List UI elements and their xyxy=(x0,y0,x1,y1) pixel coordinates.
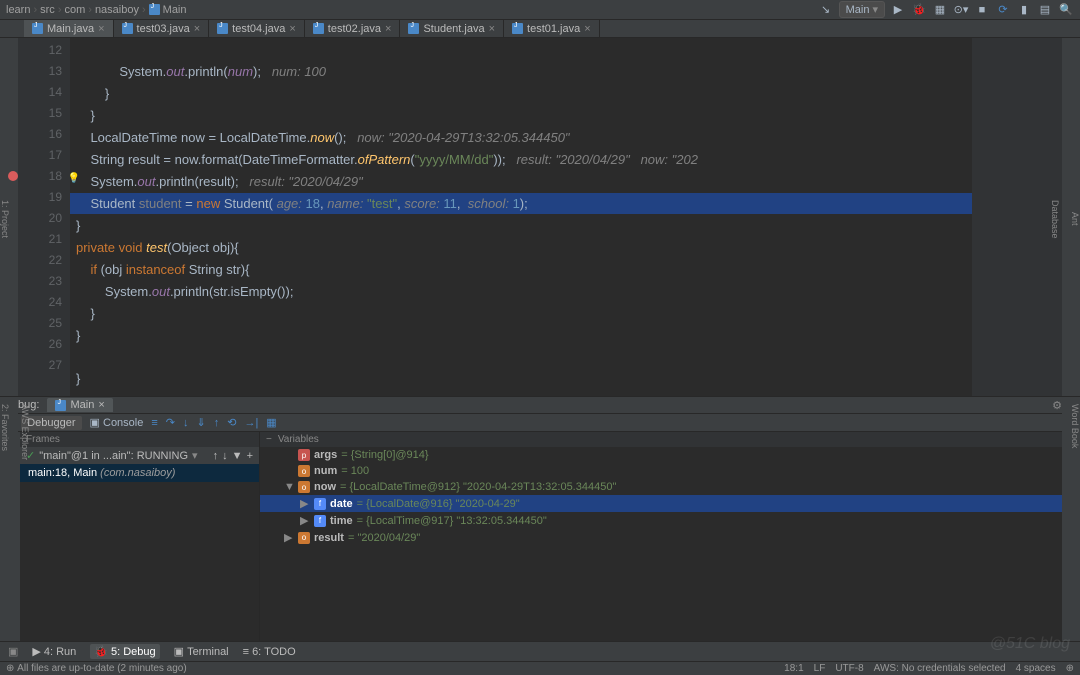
java-file-icon xyxy=(122,23,133,34)
next-frame-icon[interactable]: ↓ xyxy=(222,450,228,462)
top-toolbar: learn› src› com› nasaiboy› Main ↘ Main▾ … xyxy=(0,0,1080,20)
git-icon[interactable]: ▮ xyxy=(1016,2,1032,18)
bottom-tool-tabs: ▣ ▶4: Run 🐞5: Debug ▣Terminal ≡6: TODO xyxy=(0,641,1080,661)
step-filter-icon[interactable]: ≡ xyxy=(151,417,157,429)
tab-main[interactable]: Main.java× xyxy=(24,20,114,37)
git-update-icon[interactable]: ⟳ xyxy=(995,2,1011,18)
status-bar: ⊕ All files are up-to-date (2 minutes ag… xyxy=(0,661,1080,675)
word-book-tool[interactable]: Word Book xyxy=(1070,404,1080,448)
tab-test02[interactable]: test02.java× xyxy=(305,20,401,37)
step-over-icon[interactable]: ↷ xyxy=(166,416,175,429)
crumb[interactable]: Main xyxy=(163,4,187,16)
hammer-build-icon[interactable]: ↘ xyxy=(818,2,834,18)
profiler-icon[interactable]: ⊙▾ xyxy=(953,2,969,18)
crumb[interactable]: com xyxy=(64,4,85,16)
debug-toolbar: ⟳ Debugger ▣ Console ≡ ↷ ↓ ⇓ ↑ ⟲ →| ▦ ▦ xyxy=(0,414,1080,432)
layout-icon[interactable]: ▤ xyxy=(1037,2,1053,18)
variable-row[interactable]: ▶o result = "2020/04/29" xyxy=(260,529,1062,546)
encoding[interactable]: UTF-8 xyxy=(835,663,863,674)
step-out-icon[interactable]: ↑ xyxy=(214,417,220,429)
code-editor[interactable]: System.out.println(num); num: 100 } } Lo… xyxy=(70,38,972,396)
close-icon[interactable]: × xyxy=(489,23,495,35)
drop-frame-icon[interactable]: ⟲ xyxy=(227,416,236,429)
indent[interactable]: 4 spaces xyxy=(1016,663,1056,674)
filter-icon[interactable]: ▼ xyxy=(232,450,243,462)
stop-icon[interactable]: ■ xyxy=(974,2,990,18)
close-icon[interactable]: × xyxy=(98,399,104,411)
evaluate-icon[interactable]: ▦ xyxy=(266,416,276,429)
variable-row[interactable]: p args = {String[0]@914} xyxy=(260,447,1062,463)
java-file-icon xyxy=(217,23,228,34)
vars-toolbar-icon[interactable]: − xyxy=(266,434,272,445)
right-tool-strip-lower: Word Book xyxy=(1062,400,1080,641)
java-file-icon xyxy=(408,23,419,34)
terminal-tab[interactable]: ▣Terminal xyxy=(174,645,229,658)
debugger-subtab[interactable]: Debugger xyxy=(21,416,81,430)
lock-icon[interactable]: ⊕ xyxy=(1066,663,1074,674)
run-icon[interactable]: ▶ xyxy=(890,2,906,18)
variable-row[interactable]: o num = 100 xyxy=(260,463,1062,479)
java-file-icon xyxy=(149,4,160,15)
crumb[interactable]: learn xyxy=(6,4,30,16)
java-file-icon xyxy=(313,23,324,34)
tab-test03[interactable]: test03.java× xyxy=(114,20,210,37)
tab-test04[interactable]: test04.java× xyxy=(209,20,305,37)
editor-tabs: Main.java× test03.java× test04.java× tes… xyxy=(0,20,1080,38)
variable-row[interactable]: ▶f time = {LocalTime@917} "13:32:05.3444… xyxy=(260,512,1062,529)
database-tool[interactable]: Database xyxy=(1050,200,1060,239)
java-file-icon xyxy=(32,23,43,34)
minimap[interactable] xyxy=(972,38,1062,396)
close-icon[interactable]: × xyxy=(385,23,391,35)
variables-panel: −Variables p args = {String[0]@914}o num… xyxy=(260,432,1062,650)
close-icon[interactable]: × xyxy=(289,23,295,35)
variable-row[interactable]: ▶f date = {LocalDate@916} "2020-04-29" xyxy=(260,495,1062,512)
frames-title: Frames xyxy=(20,432,259,447)
ant-tool[interactable]: Ant xyxy=(1070,212,1080,226)
force-step-into-icon[interactable]: ⇓ xyxy=(197,416,206,429)
gear-icon[interactable]: ⚙ xyxy=(1052,399,1062,412)
tab-student[interactable]: Student.java× xyxy=(400,20,504,37)
frames-panel: Frames ✓"main"@1 in ...ain": RUNNING▾ ↑ … xyxy=(20,432,260,650)
left-tool-strip: 1: Project 7: Structure xyxy=(0,38,18,396)
debug-panel-header: Debug: Main× ⚙ — xyxy=(0,396,1080,414)
vars-title: Variables xyxy=(278,434,319,445)
crumb[interactable]: nasaiboy xyxy=(95,4,139,16)
gutter[interactable]: 121314151617 18 192021222324252627 xyxy=(18,38,70,396)
aws-status[interactable]: AWS: No credentials selected xyxy=(874,663,1006,674)
aws-explorer-tool[interactable]: AWS Explorer xyxy=(20,404,30,641)
step-into-icon[interactable]: ↓ xyxy=(183,417,189,429)
debug-tab[interactable]: 🐞5: Debug xyxy=(90,644,159,659)
close-icon[interactable]: × xyxy=(98,23,104,35)
variable-row[interactable]: ▼o now = {LocalDateTime@912} "2020-04-29… xyxy=(260,479,1062,495)
console-subtab[interactable]: ▣ Console xyxy=(90,416,144,429)
project-tool[interactable]: 1: Project xyxy=(0,200,10,238)
tab-test01[interactable]: test01.java× xyxy=(504,20,600,37)
search-icon[interactable]: 🔍 xyxy=(1058,2,1074,18)
add-icon[interactable]: + xyxy=(247,450,253,462)
close-icon[interactable]: × xyxy=(584,23,590,35)
toggle-panels-icon[interactable]: ▣ xyxy=(8,645,18,658)
java-file-icon xyxy=(512,23,523,34)
left-tool-strip-bottom: 2: Favorites AWS Explorer xyxy=(0,400,18,641)
crumb[interactable]: src xyxy=(40,4,55,16)
breadcrumb[interactable]: learn› src› com› nasaiboy› Main xyxy=(6,4,187,16)
status-message: All files are up-to-date (2 minutes ago) xyxy=(17,663,187,674)
todo-tab[interactable]: ≡6: TODO xyxy=(243,646,296,658)
close-icon[interactable]: × xyxy=(194,23,200,35)
prev-frame-icon[interactable]: ↑ xyxy=(213,450,219,462)
favorites-tool[interactable]: 2: Favorites xyxy=(0,404,10,641)
thread-selector[interactable]: ✓"main"@1 in ...ain": RUNNING▾ ↑ ↓ ▼ + xyxy=(20,447,259,464)
run-tab[interactable]: ▶4: Run xyxy=(32,645,76,658)
right-tool-strip: Ant Database xyxy=(1062,38,1080,396)
run-to-cursor-icon[interactable]: →| xyxy=(244,417,258,429)
line-separator[interactable]: LF xyxy=(814,663,826,674)
coverage-icon[interactable]: ▦ xyxy=(932,2,948,18)
debug-session-tab[interactable]: Main× xyxy=(47,398,112,412)
java-file-icon xyxy=(55,400,66,411)
debug-icon[interactable]: 🐞 xyxy=(911,2,927,18)
run-config-dropdown[interactable]: Main▾ xyxy=(839,1,885,18)
caret-position[interactable]: 18:1 xyxy=(784,663,803,674)
stack-frame[interactable]: main:18, Main (com.nasaiboy) xyxy=(20,464,259,482)
